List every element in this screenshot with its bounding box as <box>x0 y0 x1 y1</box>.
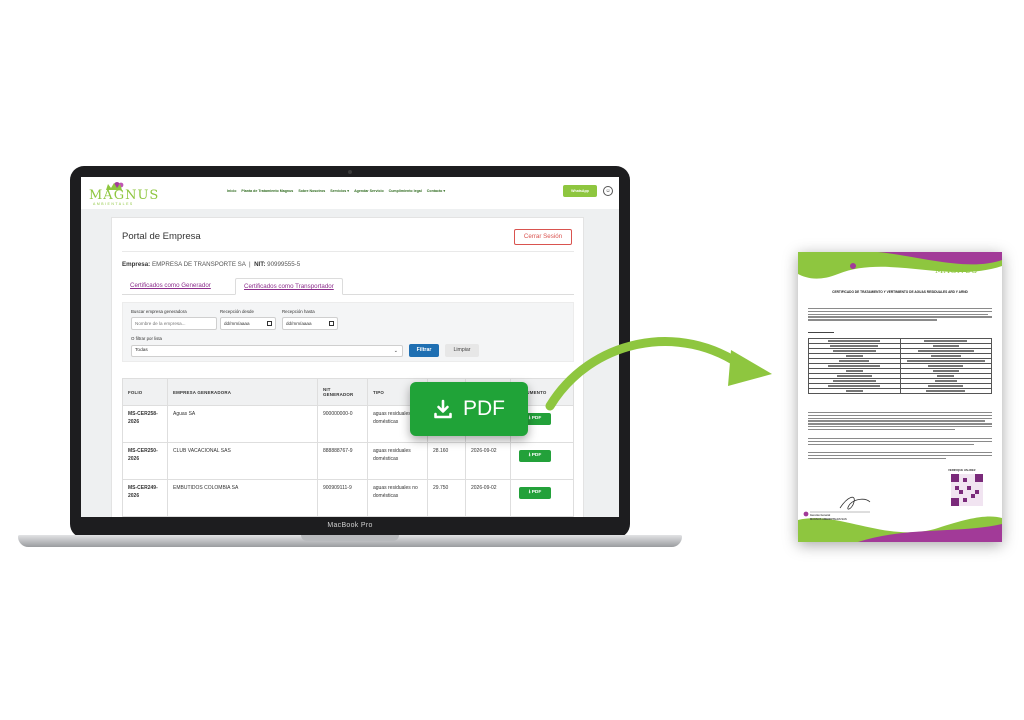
nav-item-planta[interactable]: Planta de Tratamiento Magnus <box>241 189 293 193</box>
cell-documento: ⭳ PDF <box>510 479 574 517</box>
document-title: CERTIFICADO DE TRATAMIENTO Y VERTIMIENTO… <box>832 290 968 294</box>
main-nav: Inicio Planta de Tratamiento Magnus Sobr… <box>227 189 445 193</box>
document-paragraph <box>808 438 992 446</box>
header-folio: FOLIO <box>122 378 168 406</box>
document-paragraph <box>808 308 992 322</box>
whatsapp-button[interactable]: WhatsApp <box>563 185 597 197</box>
search-input[interactable]: Nombre de la empresa... <box>131 317 217 330</box>
laptop-screen: MAGNUS AMBIENTALES Inicio Planta de Trat… <box>81 177 619 517</box>
certificate-tabs: Certificados como Generador Certificados… <box>122 278 574 295</box>
clear-button[interactable]: Limpiar <box>445 344 479 357</box>
cell-cantidad: 28.160 <box>427 442 466 480</box>
to-label: Recepción hasta <box>282 309 315 314</box>
list-label: O filtrar por lista <box>131 336 162 341</box>
filter-button[interactable]: Filtrar <box>409 344 439 357</box>
laptop-notch <box>301 535 399 541</box>
page-title: Portal de Empresa <box>122 231 201 242</box>
cell-documento: ⭳ PDF <box>510 442 574 480</box>
cell-fecha: 2026-09-02 <box>465 442 511 480</box>
nav-item-inicio[interactable]: Inicio <box>227 189 236 193</box>
nav-item-cumplimiento[interactable]: Cumplimiento legal <box>389 189 422 193</box>
cell-tipo: aguas residuales domésticas <box>367 442 428 480</box>
from-label: Recepción desde <box>220 309 254 314</box>
nav-item-servicios[interactable]: Servicios ▾ <box>330 189 349 193</box>
tab-transportador[interactable]: Certificados como Transportador <box>235 278 343 295</box>
qr-code-icon <box>951 474 983 506</box>
filter-panel: Buscar empresa generadora Nombre de la e… <box>122 302 574 362</box>
site-header: MAGNUS AMBIENTALES Inicio Planta de Trat… <box>81 177 619 209</box>
cell-folio: MS-CER258-2026 <box>122 405 168 443</box>
document-paragraph <box>808 412 992 431</box>
logout-button[interactable]: Cerrar Sesión <box>514 229 572 245</box>
from-date-input[interactable]: dd/mm/aaaa <box>220 317 276 330</box>
to-date-input[interactable]: dd/mm/aaaa <box>282 317 338 330</box>
qr-title: VERIFIQUE VALIDEZ <box>948 468 976 472</box>
pdf-download-button[interactable]: ⭳ PDF <box>519 450 551 462</box>
cell-nit: 888888767-9 <box>317 442 368 480</box>
pdf-label: PDF <box>531 490 542 495</box>
company-info: Empresa: EMPRESA DE TRANSPORTE SA | NIT:… <box>122 261 301 268</box>
cell-fecha: 2026-09-02 <box>465 479 511 517</box>
pdf-download-highlight[interactable]: PDF <box>410 382 528 436</box>
chevron-down-icon: ⌄ <box>393 348 398 354</box>
cell-folio: MS-CER250-2026 <box>122 442 168 480</box>
pdf-download-button[interactable]: ⭳ PDF <box>519 487 551 499</box>
from-date-value: dd/mm/aaaa <box>224 321 250 326</box>
tab-generador[interactable]: Certificados como Generador <box>122 278 219 295</box>
nav-item-agendar[interactable]: Agendar Servicio <box>354 189 384 193</box>
cell-cantidad: 29.750 <box>427 479 466 517</box>
certificate-document: MAGNUS CERTIFICADO DE TRATAMIENTO Y VERT… <box>798 252 1002 542</box>
signer-title: Gerente General <box>810 514 831 517</box>
cell-tipo: aguas residuales no domésticas <box>367 479 428 517</box>
to-date-value: dd/mm/aaaa <box>286 321 312 326</box>
calendar-icon <box>329 321 334 326</box>
document-section-label <box>808 332 992 335</box>
promo-stage: MAGNUS AMBIENTALES Inicio Planta de Trat… <box>0 0 1024 720</box>
list-selected-value: Todas <box>135 348 148 353</box>
curved-arrow <box>545 337 772 411</box>
list-select[interactable]: Todas ⌄ <box>131 345 403 357</box>
cell-empresa: CLUB VACACIONAL SAS <box>167 442 318 480</box>
calendar-icon <box>267 321 272 326</box>
search-label: Buscar empresa generadora <box>131 309 187 314</box>
document-logo: MAGNUS <box>935 266 978 275</box>
cell-folio: MS-CER249-2026 <box>122 479 168 517</box>
header-empresa: EMPRESA GENERADORA <box>167 378 318 406</box>
cell-nit: 900000000-0 <box>317 405 368 443</box>
nav-item-sobre-nosotros[interactable]: Sobre Nosotros <box>298 189 325 193</box>
cell-nit: 900909111-9 <box>317 479 368 517</box>
divider <box>122 251 574 252</box>
company-label: Empresa: <box>122 261 151 268</box>
logo-text: MAGNUS <box>89 188 160 203</box>
magnus-logo[interactable]: MAGNUS AMBIENTALES <box>89 181 159 207</box>
signer-company: MAGNUS AMBIENTALES SAS <box>810 518 847 521</box>
laptop-model-label: MacBook Pro <box>327 522 373 529</box>
header-nit: NIT GENERADOR <box>317 378 368 406</box>
document-data-table <box>808 338 992 394</box>
nit-label: NIT: <box>254 261 266 268</box>
document-paragraph <box>808 452 992 460</box>
company-name: EMPRESA DE TRANSPORTE SA <box>151 261 246 268</box>
pdf-label: PDF <box>531 453 542 458</box>
nav-item-contacto[interactable]: Contacto ▾ <box>427 189 445 193</box>
download-icon <box>434 399 452 419</box>
table-row: MS-CER250-2026 CLUB VACACIONAL SAS 88888… <box>122 442 574 480</box>
nit-value: 90999555-5 <box>267 261 301 268</box>
user-icon[interactable]: ☺ <box>603 186 613 196</box>
cell-empresa: Aguas SA <box>167 405 318 443</box>
cell-empresa: EMBUTIDOS COLOMBIA SA <box>167 479 318 517</box>
table-row: MS-CER249-2026 EMBUTIDOS COLOMBIA SA 900… <box>122 479 574 517</box>
camera-dot <box>348 170 352 174</box>
logo-subtext: AMBIENTALES <box>93 202 134 206</box>
portal-card: Portal de Empresa Cerrar Sesión Empresa:… <box>111 217 584 517</box>
pdf-highlight-label: PDF <box>463 397 505 420</box>
